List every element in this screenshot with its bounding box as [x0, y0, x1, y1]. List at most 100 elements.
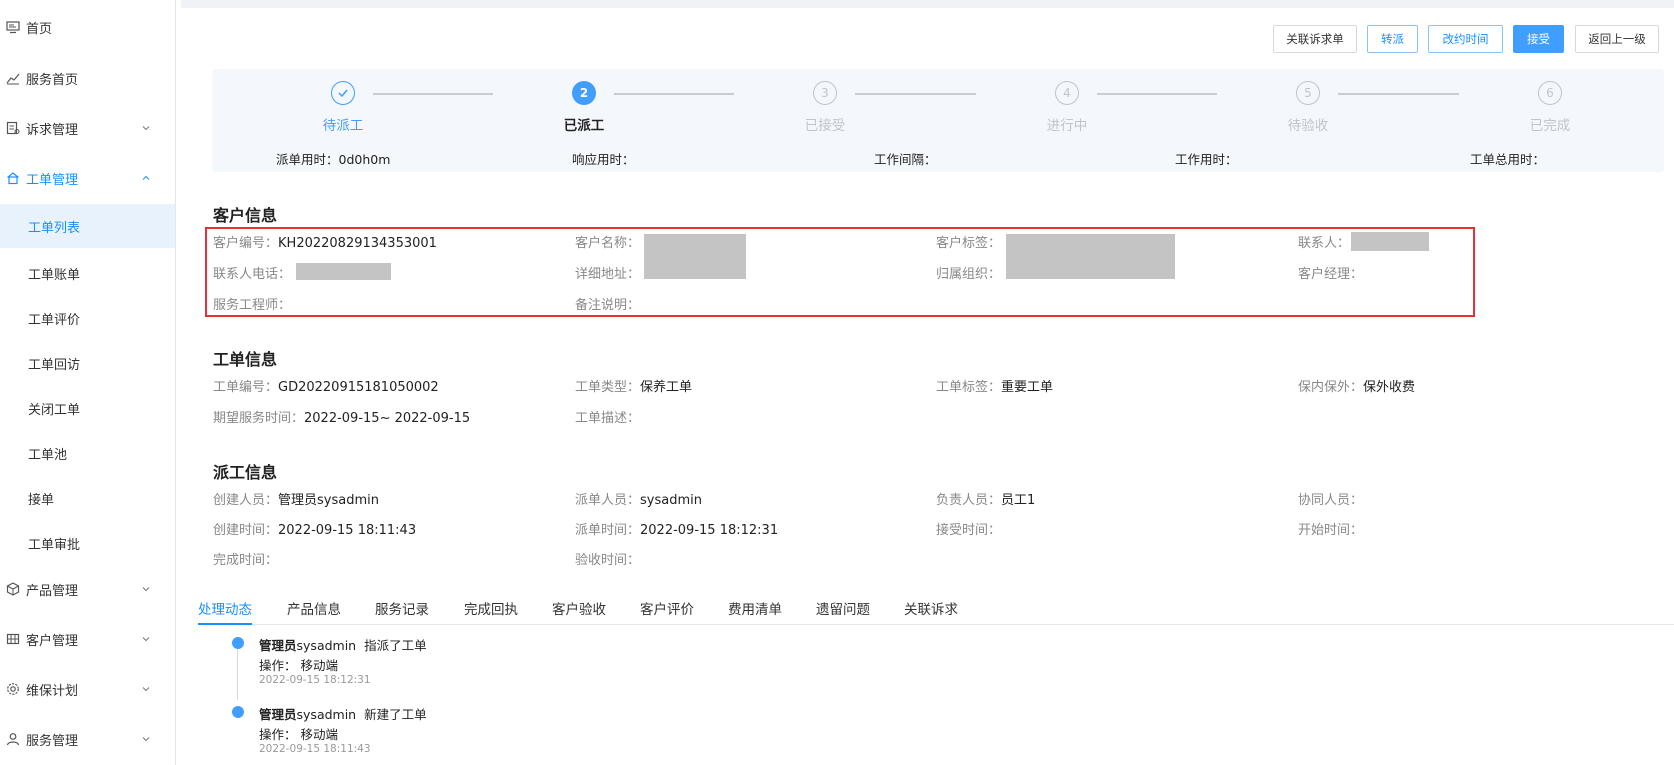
step-connector	[855, 93, 976, 95]
sidebar-item-workorders[interactable]: 工单管理	[0, 158, 175, 198]
dispatch-time-field: 派单时间：2022-09-15 18:12:31	[575, 523, 779, 538]
expected-time-field: 期望服务时间：2022-09-15~ 2022-09-15	[213, 411, 471, 426]
sidebar-item-label: 诉求管理	[26, 122, 79, 138]
tab-completion-receipt[interactable]: 完成回执	[464, 598, 518, 618]
chevron-down-icon	[142, 587, 150, 592]
sidebar-item-label: 客户管理	[26, 633, 79, 649]
owner-field: 负责人员：员工1	[936, 493, 1036, 508]
tab-related-requests[interactable]: 关联诉求	[904, 598, 958, 618]
dispatch-info-title: 派工信息	[213, 463, 278, 482]
change-time-button[interactable]: 改约时间	[1428, 25, 1503, 53]
address-field: 详细地址：	[575, 267, 641, 282]
cube-icon	[6, 582, 20, 596]
redacted-value	[1351, 232, 1429, 251]
sidebar-item-workorder-review[interactable]: 工单评价	[0, 298, 175, 338]
response-duration: 响应用时：	[572, 152, 635, 167]
sidebar-item-workorder-list[interactable]: 工单列表	[0, 204, 175, 248]
timeline-item-operation: 操作： 移动端	[259, 658, 338, 673]
sidebar-item-close-workorder[interactable]: 关闭工单	[0, 388, 175, 428]
sidebar-item-workorder-pool[interactable]: 工单池	[0, 433, 175, 473]
sidebar-item-label: 首页	[26, 21, 53, 37]
step-5-circle: 5	[1296, 81, 1320, 105]
accept-button[interactable]: 接受	[1513, 25, 1564, 53]
step-2-label: 已派工	[563, 118, 605, 134]
sidebar-item-products[interactable]: 产品管理	[0, 569, 175, 609]
timeline-line	[237, 642, 238, 700]
tab-customer-acceptance[interactable]: 客户验收	[552, 598, 606, 618]
tab-customer-review[interactable]: 客户评价	[640, 598, 694, 618]
work-interval: 工作间隔：	[874, 152, 937, 167]
chevron-down-icon	[142, 687, 150, 692]
order-type-field: 工单类型：保养工单	[575, 380, 693, 395]
sidebar-item-service-home[interactable]: 服务首页	[0, 58, 175, 98]
sidebar: 首页 服务首页 诉求管理 工单管理 工单列表 工单账单 工单评价 工单回访 关闭…	[0, 0, 176, 765]
request-icon	[6, 121, 20, 135]
customer-manager-field: 客户经理：	[1298, 267, 1364, 282]
progress-steps: 待派工 2 已派工 3 已接受 4 进行中 5 待验收 6 已完成 派单用时：0…	[212, 69, 1664, 172]
step-5-label: 待验收	[1287, 118, 1329, 134]
start-time-field: 开始时间：	[1298, 523, 1364, 538]
create-time-field: 创建时间：2022-09-15 18:11:43	[213, 523, 417, 538]
sidebar-item-home[interactable]: 首页	[0, 7, 175, 47]
tab-product-info[interactable]: 产品信息	[287, 598, 341, 618]
dispatch-duration: 派单用时：0d0h0m	[276, 152, 391, 167]
link-request-button[interactable]: 关联诉求单	[1273, 25, 1357, 53]
sidebar-item-maintenance-plan[interactable]: 维保计划	[0, 669, 175, 709]
step-connector	[614, 93, 734, 95]
sidebar-item-workorder-revisit[interactable]: 工单回访	[0, 343, 175, 383]
main-content: 关联诉求单 转派 改约时间 接受 返回上一级 待派工 2 已派工 3 已接受 4…	[181, 0, 1674, 765]
timeline-item-title: 管理员sysadmin 新建了工单	[259, 707, 427, 722]
sidebar-item-label: 关闭工单	[28, 402, 81, 418]
sidebar-item-workorder-approval[interactable]: 工单审批	[0, 523, 175, 563]
chevron-down-icon	[142, 637, 150, 642]
sidebar-item-label: 服务首页	[26, 72, 79, 88]
customer-name-field: 客户名称：	[575, 236, 641, 251]
sidebar-item-workorder-bill[interactable]: 工单账单	[0, 253, 175, 293]
assistant-field: 协同人员：	[1298, 493, 1364, 508]
sidebar-item-label: 产品管理	[26, 583, 79, 599]
user-icon	[6, 732, 20, 746]
back-button[interactable]: 返回上一级	[1575, 25, 1659, 53]
tab-activity[interactable]: 处理动态	[198, 598, 252, 618]
step-3-circle: 3	[813, 81, 837, 105]
sidebar-item-take-order[interactable]: 接单	[0, 478, 175, 518]
finish-time-field: 完成时间：	[213, 553, 279, 568]
check-time-field: 验收时间：	[575, 553, 641, 568]
sidebar-item-label: 工单管理	[26, 172, 79, 188]
active-tab-indicator	[198, 623, 252, 625]
tab-expenses[interactable]: 费用清单	[728, 598, 782, 618]
grid-icon	[6, 632, 20, 646]
tab-service-records[interactable]: 服务记录	[375, 598, 429, 618]
customer-code-field: 客户编号：KH20220829134353001	[213, 236, 437, 251]
sidebar-item-customers[interactable]: 客户管理	[0, 619, 175, 659]
timeline-item-title: 管理员sysadmin 指派了工单	[259, 638, 427, 653]
tab-remaining-issues[interactable]: 遗留问题	[816, 598, 870, 618]
step-connector	[373, 93, 493, 95]
sidebar-item-label: 维保计划	[26, 683, 79, 699]
step-2-circle: 2	[572, 81, 596, 105]
step-6-label: 已完成	[1529, 118, 1571, 134]
sidebar-item-label: 接单	[28, 492, 55, 508]
transfer-button[interactable]: 转派	[1367, 25, 1418, 53]
chart-line-icon	[6, 71, 20, 85]
order-code-field: 工单编号：GD20220915181050002	[213, 380, 439, 395]
step-1-check-icon	[331, 81, 355, 105]
dispatcher-field: 派单人员：sysadmin	[575, 493, 702, 508]
creator-field: 创建人员：管理员sysadmin	[213, 493, 379, 508]
top-divider	[181, 0, 1674, 8]
monitor-icon	[6, 20, 20, 34]
customer-info-title: 客户信息	[213, 206, 278, 225]
sidebar-item-label: 工单回访	[28, 357, 81, 373]
chevron-up-icon	[142, 175, 150, 180]
remark-field: 备注说明：	[575, 298, 641, 313]
timeline-dot	[232, 637, 244, 649]
step-1-label: 待派工	[322, 118, 364, 134]
timeline-item-time: 2022-09-15 18:12:31	[259, 674, 371, 686]
step-4-circle: 4	[1055, 81, 1079, 105]
step-3-label: 已接受	[804, 118, 846, 134]
redacted-value	[644, 234, 746, 279]
sidebar-item-label: 服务管理	[26, 733, 79, 749]
sidebar-item-service-management[interactable]: 服务管理	[0, 719, 175, 759]
contact-field: 联系人：	[1298, 236, 1351, 251]
sidebar-item-requests[interactable]: 诉求管理	[0, 108, 175, 148]
